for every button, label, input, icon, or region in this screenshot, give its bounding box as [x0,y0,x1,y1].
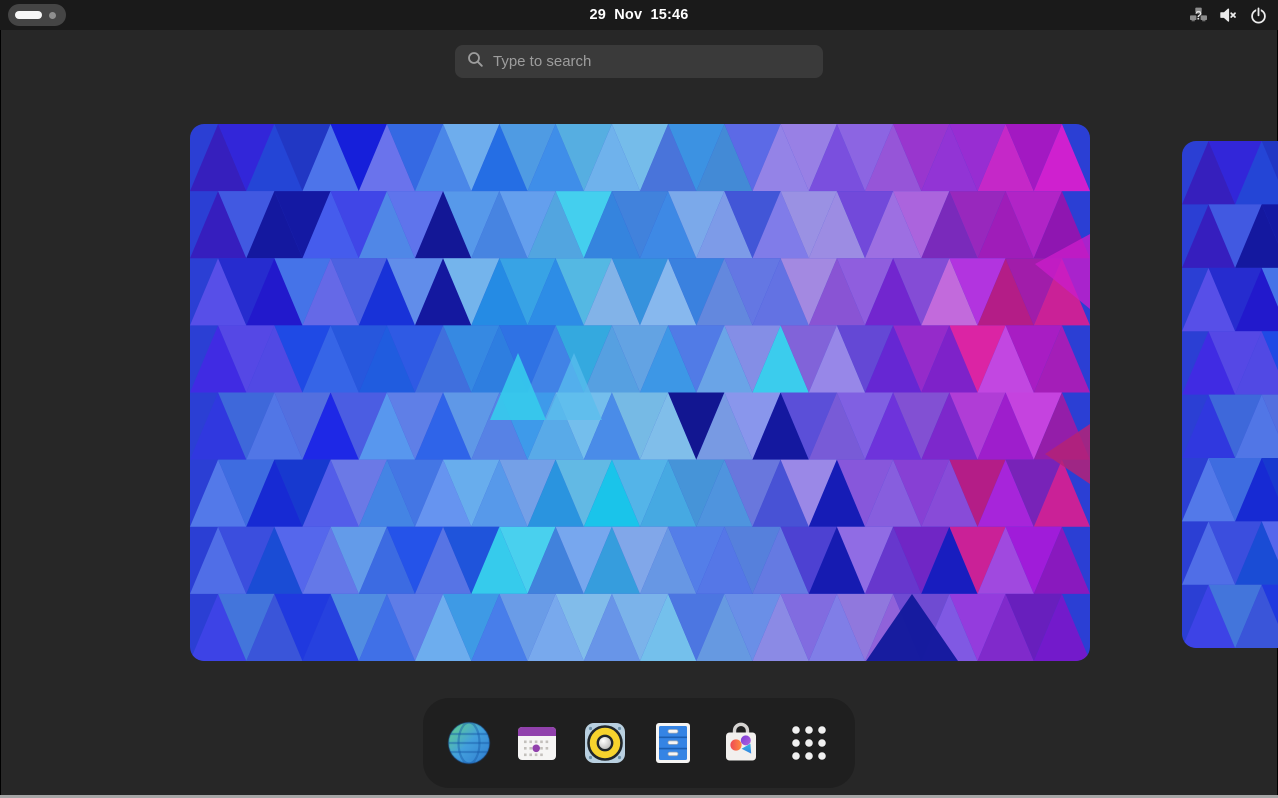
calendar-icon [513,719,561,767]
volume-muted-icon[interactable] [1219,6,1238,25]
dock-app-calendar[interactable] [513,719,561,767]
clock[interactable]: 29 Nov 15:46 [589,0,688,30]
workspace-preview-1[interactable] [190,124,1090,661]
file-cabinet-icon [649,719,697,767]
shopping-bag-icon [717,719,765,767]
dock-app-web-browser[interactable] [445,719,493,767]
app-grid-icon [785,719,833,767]
speaker-icon [581,719,629,767]
svg-text:?: ? [1195,8,1202,22]
search-icon [467,51,484,73]
inactive-workspace-dot[interactable] [49,12,56,19]
power-icon[interactable] [1249,6,1268,25]
wallpaper-image [190,124,1090,661]
gnome-activities-overview: 29 Nov 15:46 ? [0,0,1278,798]
network-unknown-icon[interactable]: ? [1189,6,1208,25]
top-bar: 29 Nov 15:46 ? [0,0,1278,30]
workspace-preview-2[interactable] [1182,141,1278,648]
dash [423,698,855,788]
dock-app-files[interactable] [649,719,697,767]
dock-app-software-store[interactable] [717,719,765,767]
workspace-indicator[interactable] [8,4,66,26]
search-bar [455,45,823,78]
search-input[interactable] [493,53,811,70]
globe-icon [445,719,493,767]
wallpaper-image-next [1182,141,1278,648]
dock-app-music-player[interactable] [581,719,629,767]
system-status-area[interactable]: ? [1189,0,1268,30]
dock-app-show-applications[interactable] [785,719,833,767]
active-workspace-pill[interactable] [15,11,42,19]
